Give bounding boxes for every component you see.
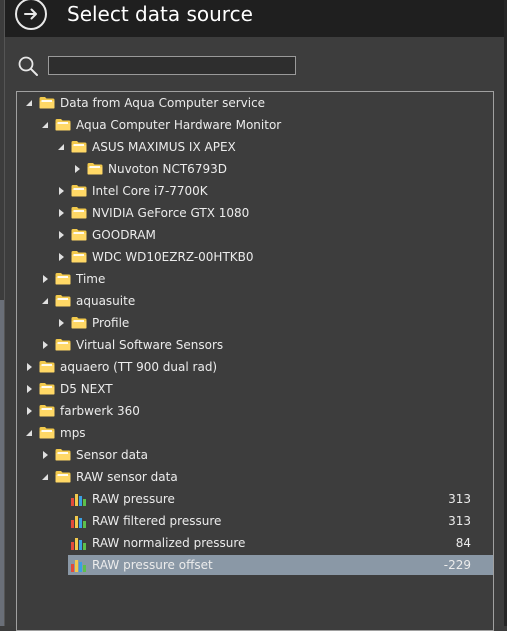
tree-item-label: Intel Core i7-7700K [92, 184, 208, 198]
tree-item-label: Sensor data [76, 448, 148, 462]
folder-icon [71, 317, 87, 329]
folder-icon [71, 229, 87, 241]
data-source-tree[interactable]: Data from Aqua Computer service Aqua Comp… [16, 91, 494, 631]
caret-down-icon[interactable] [57, 142, 65, 152]
tree-item[interactable]: WDC WD10EZRZ-00HTKB0 [17, 247, 493, 267]
folder-icon [55, 295, 71, 307]
tree-item-label: RAW normalized pressure [92, 536, 246, 550]
tree-item-label: aquaero (TT 900 dual rad) [60, 360, 218, 374]
tree-item-label: WDC WD10EZRZ-00HTKB0 [92, 250, 254, 264]
tree-item[interactable]: NVIDIA GeForce GTX 1080 [17, 203, 493, 223]
sensor-item[interactable]: RAW filtered pressure 313 [17, 511, 493, 531]
search-input[interactable] [48, 56, 296, 75]
caret-right-icon[interactable] [57, 252, 65, 262]
caret-right-icon[interactable] [57, 318, 65, 328]
folder-icon [55, 273, 71, 285]
caret-down-icon[interactable] [25, 98, 33, 108]
folder-icon [39, 405, 55, 417]
tree-item[interactable]: RAW sensor data [17, 467, 493, 487]
caret-right-icon[interactable] [41, 274, 49, 284]
sensor-item[interactable]: RAW pressure offset -229 [17, 555, 493, 575]
bar-chart-icon [71, 538, 86, 550]
tree-item[interactable]: farbwerk 360 [17, 401, 493, 421]
caret-right-icon[interactable] [57, 186, 65, 196]
tree-item-label: aquasuite [76, 294, 136, 308]
sensor-value: 313 [448, 514, 471, 528]
folder-icon [71, 207, 87, 219]
sensor-item[interactable]: RAW pressure 313 [17, 489, 493, 509]
folder-icon [39, 383, 55, 395]
tree-item-label: Aqua Computer Hardware Monitor [76, 118, 282, 132]
folder-icon [55, 119, 71, 131]
search-icon [18, 56, 38, 76]
caret-right-icon[interactable] [25, 362, 33, 372]
tree-item-label: Nuvoton NCT6793D [108, 162, 227, 176]
tree-item[interactable]: Nuvoton NCT6793D [17, 159, 493, 179]
folder-icon [39, 427, 55, 439]
caret-right-icon[interactable] [57, 230, 65, 240]
bar-chart-icon [71, 516, 86, 528]
arrow-right-circle-icon [24, 8, 37, 20]
sensor-item[interactable]: RAW normalized pressure 84 [17, 533, 493, 553]
caret-right-icon[interactable] [41, 340, 49, 350]
caret-right-icon[interactable] [41, 450, 49, 460]
folder-icon [39, 361, 55, 373]
tree-item[interactable]: mps [17, 423, 493, 443]
tree-item-label: Profile [92, 316, 130, 330]
tree-item-label: ASUS MAXIMUS IX APEX [92, 140, 236, 154]
sensor-value: 313 [448, 492, 471, 506]
tree-item-label: RAW filtered pressure [92, 514, 222, 528]
sensor-value: -229 [443, 558, 471, 572]
tree-item[interactable]: Sensor data [17, 445, 493, 465]
tree-item-label: farbwerk 360 [60, 404, 140, 418]
tree-item[interactable]: Aqua Computer Hardware Monitor [17, 115, 493, 135]
caret-right-icon[interactable] [73, 164, 81, 174]
folder-icon [55, 471, 71, 483]
tree-item[interactable]: GOODRAM [17, 225, 493, 245]
folder-icon [55, 339, 71, 351]
caret-right-icon[interactable] [57, 208, 65, 218]
caret-down-icon[interactable] [41, 120, 49, 130]
back-button[interactable] [15, 0, 47, 30]
tree-item[interactable]: aquaero (TT 900 dual rad) [17, 357, 493, 377]
tree-item[interactable]: Time [17, 269, 493, 289]
tree-item[interactable]: ASUS MAXIMUS IX APEX [17, 137, 493, 157]
bar-chart-icon [71, 494, 86, 506]
bar-chart-icon [71, 560, 86, 572]
folder-icon [87, 163, 103, 175]
tree-item-label: RAW pressure offset [92, 558, 213, 572]
tree-item-label: RAW sensor data [76, 470, 178, 484]
tree-item[interactable]: Virtual Software Sensors [17, 335, 493, 355]
tree-item-label: D5 NEXT [60, 382, 113, 396]
folder-icon [71, 141, 87, 153]
folder-icon [71, 251, 87, 263]
caret-down-icon[interactable] [41, 472, 49, 482]
tree-item[interactable]: Profile [17, 313, 493, 333]
tree-item[interactable]: aquasuite [17, 291, 493, 311]
caret-right-icon[interactable] [25, 406, 33, 416]
tree-item-label: RAW pressure [92, 492, 175, 506]
caret-right-icon[interactable] [25, 384, 33, 394]
dialog-header: Select data source [5, 0, 504, 37]
sensor-value: 84 [455, 536, 471, 550]
tree-item-label: mps [60, 426, 86, 440]
caret-down-icon[interactable] [25, 428, 33, 438]
tree-item[interactable]: Data from Aqua Computer service [17, 93, 493, 113]
tree-item[interactable]: Intel Core i7-7700K [17, 181, 493, 201]
dialog-title: Select data source [67, 2, 253, 26]
folder-icon [55, 449, 71, 461]
tree-item-label: Virtual Software Sensors [76, 338, 224, 352]
select-data-source-dialog: Select data source Data from Aqua Comput… [4, 0, 504, 631]
tree-item-label: Time [76, 272, 106, 286]
folder-icon [71, 185, 87, 197]
tree-item-label: NVIDIA GeForce GTX 1080 [92, 206, 250, 220]
tree-item[interactable]: D5 NEXT [17, 379, 493, 399]
caret-down-icon[interactable] [41, 296, 49, 306]
tree-item-label: GOODRAM [92, 228, 156, 242]
tree-item-label: Data from Aqua Computer service [60, 96, 266, 110]
folder-icon [39, 97, 55, 109]
